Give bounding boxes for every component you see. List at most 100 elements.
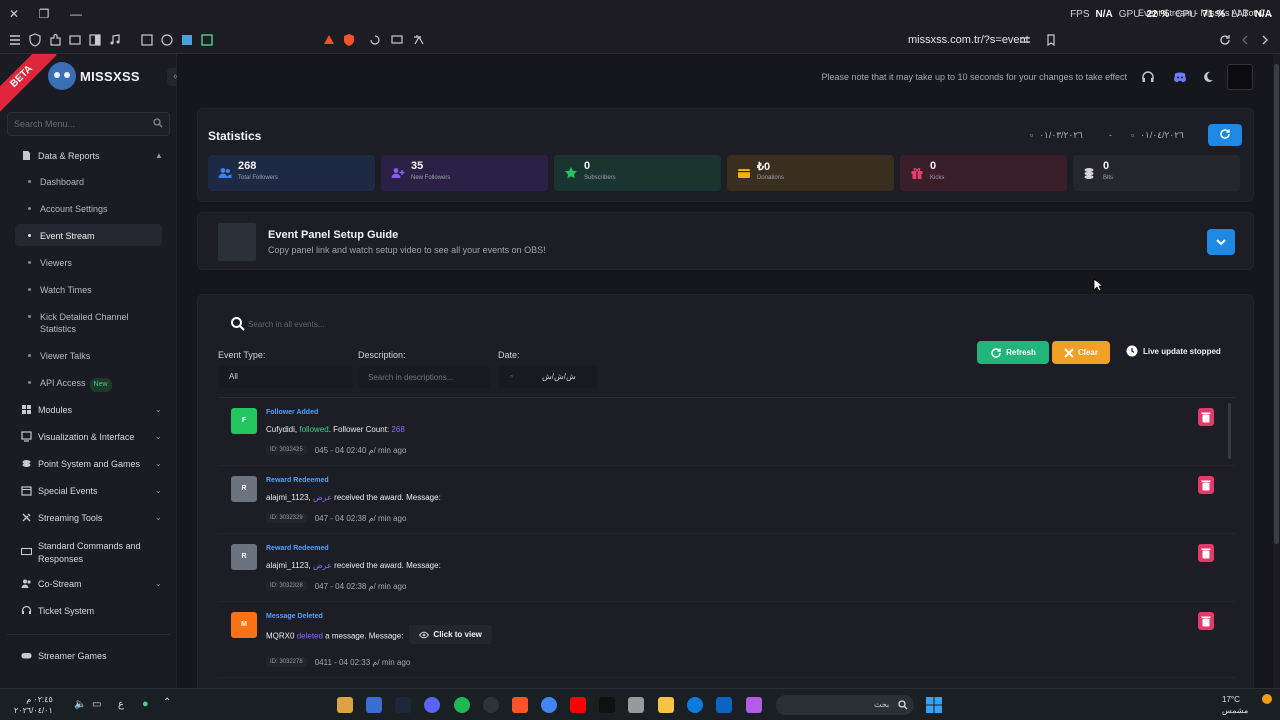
shield-icon[interactable] [28,33,44,49]
reader-icon[interactable] [68,33,84,49]
spotify-icon[interactable] [454,697,470,713]
steam-icon[interactable] [395,697,411,713]
app-shield-icon[interactable] [366,697,382,713]
nav-group-visualization[interactable]: Visualization & Interface ⌄ [0,425,177,449]
nav-item-event-stream[interactable]: Event Stream [15,224,162,246]
taskbar-clock[interactable]: ٠٢:٤٥ م ٢٠٢٦/٠٤/٠١ [14,694,53,716]
site-settings-icon[interactable] [1018,33,1034,49]
event-type-select[interactable]: All [218,366,353,388]
event-search-input[interactable] [248,317,378,331]
description-field[interactable] [358,366,490,388]
copilot-icon[interactable] [746,697,762,713]
brave-shields-icon[interactable] [342,33,358,49]
nav-group-modules[interactable]: Modules ⌄ [0,398,177,422]
description-input[interactable] [368,370,483,384]
chevron-down-icon: ⌄ [155,459,162,468]
close-window-icon[interactable]: ✕ [6,6,22,22]
user-avatar[interactable] [1227,64,1253,90]
app-bee-icon[interactable] [337,697,353,713]
puzzle-icon[interactable] [160,33,176,49]
taskbar-search[interactable]: بحث [776,695,914,715]
support-headset-icon[interactable] [1141,70,1155,84]
tray-chevron-icon[interactable]: ⌃ [163,697,171,708]
screenshot-icon[interactable] [200,33,216,49]
refresh-stats-button[interactable] [1208,124,1242,146]
page-scrollbar-thumb[interactable] [1274,64,1279,544]
nav-item-kick-statistics[interactable]: Kick Detailed Channel Statistics [15,305,162,337]
delete-event-button[interactable] [1198,476,1214,494]
menu-search[interactable] [7,112,170,136]
expand-guide-button[interactable] [1207,229,1235,255]
outlook-icon[interactable] [716,697,732,713]
refresh-events-button[interactable]: Refresh [977,341,1049,364]
address-bar[interactable]: missxss.com.tr/?s=event [908,34,1029,46]
taskbar-weather[interactable]: 17°C مشمس [1222,694,1248,716]
music-icon[interactable] [108,33,124,49]
bookmark-icon[interactable] [1044,33,1060,49]
logo[interactable]: MISSXSS [48,62,140,90]
youtube-icon[interactable] [570,697,586,713]
edge-icon[interactable] [687,697,703,713]
forward-icon[interactable] [1258,33,1274,49]
calculator-icon[interactable] [140,33,156,49]
nav-group-standard-commands[interactable]: Standard Commands and Responses [0,536,177,568]
speaker-icon[interactable]: 🔈 [74,699,86,710]
nav-group-ticket-system[interactable]: Ticket System [0,599,177,623]
minimize-window-icon[interactable]: — [68,6,84,22]
event-search[interactable] [218,313,388,335]
brave-icon[interactable] [512,697,528,713]
menu-search-input[interactable] [8,113,148,135]
restore-window-icon[interactable]: ❐ [36,6,52,22]
cast-icon[interactable] [390,33,406,49]
event-id: ID: 3032425 [266,445,307,455]
nav-group-streaming-tools[interactable]: Streaming Tools ⌄ [0,506,177,530]
delete-event-button[interactable] [1198,612,1214,630]
file-explorer-icon[interactable] [658,697,674,713]
nav-group-co-stream[interactable]: Co-Stream ⌄ [0,572,177,596]
theme-moon-icon[interactable] [1201,70,1215,84]
event-time: 047 - ‏م 02:38 04/ min ago [314,581,407,591]
back-history-icon[interactable] [368,33,384,49]
refresh-icon [1220,129,1230,139]
nav-group-streamer-games[interactable]: Streamer Games [0,644,177,668]
tiktok-icon[interactable] [599,697,615,713]
reload-icon[interactable] [1218,33,1234,49]
download-icon[interactable] [180,33,196,49]
nav-item-api-access[interactable]: API Access New [15,371,162,393]
clear-events-button[interactable]: Clear [1052,341,1110,364]
discord-icon[interactable] [1173,70,1187,84]
translate-icon[interactable] [412,33,428,49]
mouse-cursor-icon [1093,278,1103,292]
date-from-field[interactable]: ▫ ٠١/٠٣/٢٠٢٦ [1030,125,1083,145]
menu-icon[interactable] [8,33,24,49]
language-indicator[interactable]: ع [118,699,124,710]
extension-icon[interactable] [48,33,64,49]
nav-group-special-events[interactable]: Special Events ⌄ [0,479,177,503]
nav-group-point-system[interactable]: Point System and Games ⌄ [0,452,177,476]
page-scrollbar[interactable] [1273,54,1280,688]
discord-app-icon[interactable] [424,697,440,713]
guide-video-thumbnail[interactable] [218,223,256,261]
nav-item-viewer-talks[interactable]: Viewer Talks [15,344,162,366]
delete-event-button[interactable] [1198,408,1214,426]
grid-icon [21,404,32,415]
back-icon[interactable] [1238,33,1254,49]
live-update-status[interactable]: Live update stopped [1126,345,1221,357]
nav-item-dashboard[interactable]: Dashboard [15,170,162,192]
nav-item-watch-times[interactable]: Watch Times [15,278,162,300]
store-icon[interactable] [628,697,644,713]
date-filter-field[interactable]: ▫ ش/ش/ش [498,366,598,388]
nav-item-viewers[interactable]: Viewers [15,251,162,273]
nav-group-data-reports[interactable]: Data & Reports ▲ [0,144,177,168]
brave-rewards-icon[interactable] [322,33,338,49]
obs-icon[interactable] [483,697,499,713]
microphone-icon[interactable]: ● [142,698,149,710]
chrome-icon[interactable] [541,697,557,713]
date-to-field[interactable]: ▫ ٠١/٠٤/٢٠٢٦ [1131,125,1184,145]
network-icon[interactable]: ▭ [92,699,101,710]
nav-item-account-settings[interactable]: Account Settings [15,197,162,219]
click-to-view-button[interactable]: Click to view [409,625,492,644]
windows-start-icon[interactable] [925,696,943,714]
delete-event-button[interactable] [1198,544,1214,562]
sidebar-toggle-icon[interactable] [88,33,104,49]
